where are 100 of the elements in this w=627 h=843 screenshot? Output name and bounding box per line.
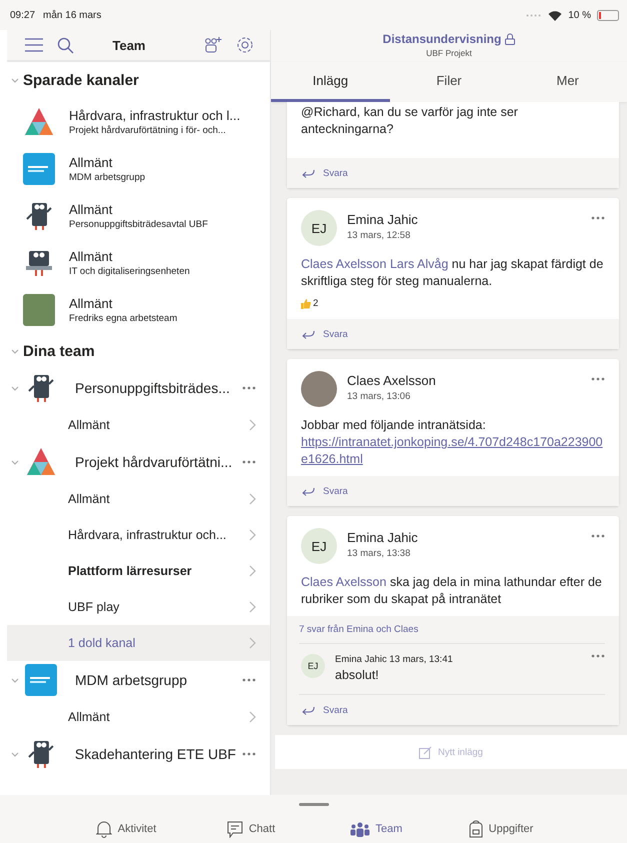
chevron-down-icon[interactable]	[11, 78, 19, 82]
bottom-tab[interactable]: Aktivitet	[64, 820, 188, 838]
wifi-icon	[548, 10, 562, 20]
post-time: 13 mars, 13:06	[347, 391, 412, 402]
more-icon[interactable]	[242, 386, 256, 390]
section-heading[interactable]: Sparade kanaler	[23, 72, 139, 88]
photo-placeholder	[23, 294, 55, 326]
initials-avatar: EJ	[301, 528, 337, 564]
team-subtitle: UBF Projekt	[426, 48, 472, 58]
team-name: IT och digitaliseringsenheten	[69, 266, 190, 276]
channel-item[interactable]: Allmänt	[7, 407, 270, 443]
chevron-down-icon[interactable]	[11, 678, 19, 682]
channel-name: Allmänt	[69, 154, 114, 170]
settings-icon[interactable]	[236, 36, 254, 54]
channel-item[interactable]: Allmänt	[7, 699, 270, 735]
add-people-icon[interactable]	[204, 37, 222, 53]
post-time: 13 mars, 12:58	[347, 230, 412, 241]
reply-arrow-icon	[301, 168, 315, 178]
more-icon[interactable]	[591, 216, 605, 220]
more-icon[interactable]	[591, 534, 605, 538]
chevron-down-icon[interactable]	[11, 386, 19, 390]
more-icon[interactable]	[591, 654, 605, 658]
message-text: Claes Axelsson Lars Alvåg nu har jag skapat färdigt de skriftliga steg för steg manualerna.	[300, 256, 604, 290]
team-name[interactable]: MDM arbetsgrupp	[75, 672, 236, 688]
backpack-icon	[468, 820, 483, 838]
chat-icon	[226, 820, 243, 838]
initials-avatar: EJ	[301, 210, 337, 246]
link[interactable]: https://intranatet.jonkoping.se/4.707d248c170a223900e1626.html	[301, 434, 605, 468]
more-icon[interactable]	[242, 752, 256, 756]
thumbs-up-icon	[301, 298, 311, 308]
author-name: Emina Jahic	[347, 212, 419, 227]
square-logo-icon	[23, 152, 55, 184]
reply-arrow-icon	[301, 330, 315, 338]
message-text: Claes Axelsson ska jag dela in mina lathundar efter de rubriker som du skapat på intranätet	[300, 574, 603, 608]
reply-link[interactable]: Svara	[323, 704, 348, 716]
channel-name: Hårdvara, infrastruktur och l...	[69, 108, 240, 122]
reply-link[interactable]: Svara	[323, 486, 348, 496]
reply-text: absolut!	[335, 668, 380, 682]
status-date: mån 16 mars	[43, 10, 102, 20]
channel-name: Allmänt	[69, 296, 114, 310]
channel-name: Allmänt	[69, 202, 114, 216]
channel-item[interactable]: Plattform lärresurser	[7, 553, 270, 589]
triangle-logo-icon	[23, 106, 55, 138]
more-icon[interactable]	[591, 377, 605, 381]
tab[interactable]: Filer	[390, 62, 508, 102]
channel-name: Hårdvara, infrastruktur och...	[68, 528, 228, 542]
battery-percent: 10 %	[568, 10, 591, 20]
saved-channel-item[interactable]: Hårdvara, infrastruktur och l... Projekt hårdvaruförtätning i för- och...	[7, 98, 270, 145]
channel-name: 1 dold kanal	[68, 636, 136, 650]
reply-link[interactable]: Svara	[323, 168, 348, 178]
channel-name: UBF play	[68, 600, 120, 614]
chevron-down-icon[interactable]	[11, 460, 19, 464]
post-time: 13 mars, 13:38	[347, 548, 412, 559]
search-icon[interactable]	[57, 36, 74, 54]
channel-title: Distansundervisning	[382, 32, 502, 46]
bottom-tab[interactable]: Uppgifter	[438, 820, 564, 838]
chevron-down-icon[interactable]	[11, 348, 19, 354]
team-icon	[350, 822, 370, 836]
section-heading[interactable]: Dina team	[23, 342, 95, 360]
channel-item[interactable]: Allmänt	[7, 481, 270, 517]
saved-channel-item[interactable]: Allmänt Personuppgiftsbiträdesavtal UBF	[7, 192, 270, 239]
reply-header: Emina Jahic 13 mars, 13:41	[335, 654, 454, 665]
channel-item[interactable]: UBF play	[7, 589, 270, 625]
channel-name: Plattform lärresurser	[68, 564, 193, 578]
team-name[interactable]: Skadehantering ETE UBF	[74, 746, 236, 762]
reply-arrow-icon	[301, 486, 315, 496]
menu-icon[interactable]	[25, 38, 43, 52]
tab[interactable]: Mer	[508, 62, 627, 102]
team-name[interactable]: Personuppgiftsbiträdes...	[75, 380, 236, 396]
saved-channel-item[interactable]: Allmänt MDM arbetsgrupp	[7, 145, 270, 192]
signal-dots-icon	[526, 14, 542, 16]
bottom-tab[interactable]: Team	[314, 820, 438, 838]
chevron-down-icon[interactable]	[11, 752, 19, 756]
message-text: @Richard, kan du se varför jag inte ser anteckningarna?	[300, 104, 519, 138]
bottom-tab[interactable]: Chatt	[188, 820, 314, 838]
initials-avatar: EJ	[301, 654, 325, 678]
new-post-label: Nytt inlägg	[438, 746, 483, 758]
square-logo-icon	[25, 664, 57, 696]
team-name: Projekt hårdvaruförtätning i för- och...	[69, 124, 227, 136]
team-name[interactable]: Projekt hårdvaruförtätni...	[75, 454, 236, 470]
more-icon[interactable]	[242, 678, 256, 682]
channel-name: Allmänt	[68, 492, 111, 506]
reply-link[interactable]: Svara	[323, 328, 348, 340]
channel-item[interactable]: Hårdvara, infrastruktur och...	[7, 517, 270, 553]
like-count: 2	[313, 298, 318, 309]
chevron-right-icon	[249, 565, 256, 577]
message-text: Jobbar med följande intranätsida: https://intranatet.jonkoping.se/4.707d248c170a223900e1626.html	[300, 417, 606, 470]
replies-summary-link[interactable]: 7 svar från Emina och Claes	[299, 624, 605, 644]
author-name: Emina Jahic	[347, 530, 419, 545]
avatar-placeholder	[301, 371, 337, 407]
team-name: MDM arbetsgrupp	[69, 172, 146, 182]
saved-channel-item[interactable]: Allmänt Fredriks egna arbetsteam	[7, 286, 270, 333]
chevron-right-icon	[249, 493, 256, 505]
triangle-logo-icon	[25, 446, 57, 478]
more-icon[interactable]	[242, 460, 256, 464]
hidden-channels-item[interactable]: 1 dold kanal	[7, 625, 270, 661]
chevron-right-icon	[249, 601, 256, 613]
saved-channel-item[interactable]: Allmänt IT och digitaliseringsenheten	[7, 239, 270, 286]
author-name: Claes Axelsson	[347, 373, 437, 388]
chevron-right-icon	[249, 711, 256, 723]
